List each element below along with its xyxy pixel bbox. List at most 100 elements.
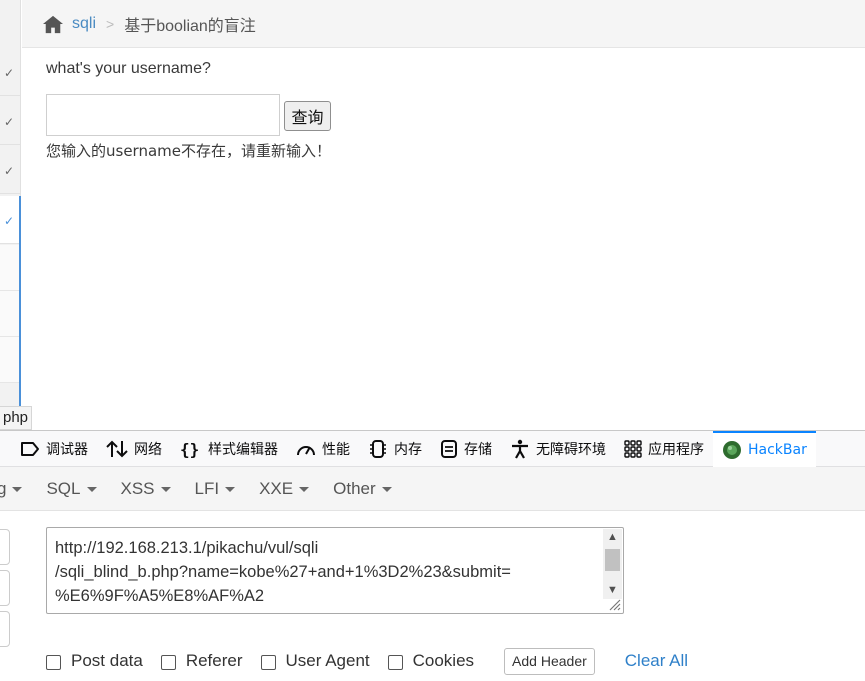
execute-button[interactable] xyxy=(0,611,10,647)
tab-label: 网络 xyxy=(134,441,162,458)
svg-text:{}: {} xyxy=(180,440,199,458)
tab-debugger[interactable]: 调试器 xyxy=(0,431,97,467)
scroll-thumb[interactable] xyxy=(605,549,620,571)
menu-label: g xyxy=(0,478,7,498)
caret-down-icon xyxy=(381,487,392,492)
user-agent-checkbox[interactable] xyxy=(260,654,276,670)
username-input[interactable] xyxy=(46,94,280,136)
url-scrollbar[interactable]: ▲ ▼ xyxy=(603,529,622,599)
cookies-checkbox[interactable] xyxy=(387,654,403,670)
tab-label: 性能 xyxy=(322,441,350,458)
option-label: Referer xyxy=(185,651,243,670)
hackbar-menu: g SQL XSS LFI XXE Other xyxy=(0,467,865,511)
menu-label: SQL xyxy=(46,478,81,498)
menu-item-xxe[interactable]: XXE xyxy=(259,478,310,499)
tab-label: 内存 xyxy=(394,441,422,458)
username-question: what's your username? xyxy=(46,60,211,77)
option-user-agent[interactable]: User Agent xyxy=(260,651,370,671)
add-header-button[interactable]: Add Header xyxy=(504,647,595,675)
menu-label: XXE xyxy=(259,478,294,498)
tab-performance[interactable]: 性能 xyxy=(287,431,359,467)
chevron-down-icon: ✓ xyxy=(3,164,14,178)
tab-label: 样式编辑器 xyxy=(208,441,278,458)
caret-down-icon xyxy=(12,487,23,492)
option-cookies[interactable]: Cookies xyxy=(387,651,475,671)
debugger-icon xyxy=(21,441,39,456)
split-url-button[interactable] xyxy=(0,570,10,606)
url-textarea[interactable]: http://192.168.213.1/pikachu/vul/sqli /s… xyxy=(46,527,624,614)
sidebar-subitem[interactable] xyxy=(0,245,20,291)
tab-storage[interactable]: 存储 xyxy=(431,431,501,467)
network-arrows-icon xyxy=(106,440,128,457)
tab-label: HackBar xyxy=(748,441,807,458)
menu-item-sql[interactable]: SQL xyxy=(46,478,97,499)
menu-item-lfi[interactable]: LFI xyxy=(195,479,236,499)
accessibility-icon xyxy=(512,439,528,459)
hackbar-logo-icon xyxy=(723,440,741,459)
devtools-panel: 调试器 网络 {} 样式编辑器 性能 内存 存储 无障碍环境 应用程序 Hack… xyxy=(0,430,865,681)
result-message: 您输入的username不存在，请重新输入！ xyxy=(46,142,331,160)
option-referer[interactable]: Referer xyxy=(160,651,243,671)
query-button[interactable]: 查询 xyxy=(284,101,331,131)
menu-label: XSS xyxy=(120,478,155,498)
chevron-down-icon: ✓ xyxy=(3,115,14,129)
breadcrumb-separator: > xyxy=(106,15,115,32)
menu-item-partial[interactable]: g xyxy=(0,478,23,499)
breadcrumb-link-sqli[interactable]: sqli xyxy=(72,15,96,33)
clear-all-link[interactable]: Clear All xyxy=(625,651,688,671)
sidebar-active-indicator xyxy=(19,196,21,430)
tab-application[interactable]: 应用程序 xyxy=(615,431,713,467)
breadcrumb: sqli > 基于boolian的盲注 xyxy=(22,0,865,48)
sidebar-subitem[interactable] xyxy=(0,337,20,383)
status-url-tooltip: php xyxy=(0,406,33,430)
sidebar-item[interactable]: ✓ xyxy=(0,48,20,96)
braces-icon: {} xyxy=(180,440,199,458)
sidebar-item[interactable]: ✓ xyxy=(0,97,20,145)
option-label: User Agent xyxy=(285,651,370,670)
resize-grip-icon[interactable] xyxy=(607,597,621,611)
sidebar: ✓ ✓ ✓ ✓ xyxy=(0,0,21,430)
home-icon[interactable] xyxy=(42,14,64,34)
sidebar-subitem[interactable] xyxy=(0,291,20,337)
sidebar-item[interactable]: ✓ xyxy=(0,146,20,194)
storage-icon xyxy=(441,439,457,458)
breadcrumb-current: 基于boolian的盲注 xyxy=(124,17,256,35)
option-label: Post data xyxy=(71,651,143,670)
menu-item-xss[interactable]: XSS xyxy=(121,479,171,499)
caret-down-icon xyxy=(160,487,171,492)
devtools-tabbar: 调试器 网络 {} 样式编辑器 性能 内存 存储 无障碍环境 应用程序 Hack… xyxy=(0,430,865,467)
scroll-up-icon[interactable]: ▲ xyxy=(603,529,622,546)
tab-network[interactable]: 网络 xyxy=(97,431,171,467)
option-post-data[interactable]: Post data xyxy=(46,651,143,671)
menu-label: LFI xyxy=(194,478,220,498)
url-line-1: http://192.168.213.1/pikachu/vul/sqli xyxy=(55,539,319,557)
caret-down-icon xyxy=(86,487,97,492)
gauge-icon xyxy=(297,445,315,455)
caret-down-icon xyxy=(225,487,236,492)
tab-label: 存储 xyxy=(464,441,492,458)
load-url-button[interactable] xyxy=(0,529,10,565)
tab-hackbar[interactable]: HackBar xyxy=(713,430,816,467)
tab-style-editor[interactable]: {} 样式编辑器 xyxy=(171,431,287,467)
sidebar-item-active[interactable]: ✓ xyxy=(0,196,20,244)
chevron-down-icon: ✓ xyxy=(3,214,14,228)
chevron-down-icon: ✓ xyxy=(3,66,14,80)
tab-label: 应用程序 xyxy=(648,441,704,458)
menu-label: Other xyxy=(333,478,376,498)
tab-accessibility[interactable]: 无障碍环境 xyxy=(501,431,615,467)
memory-chip-icon xyxy=(370,439,386,458)
grid-apps-icon xyxy=(624,439,642,458)
hackbar-options: Post data Referer User Agent Cookies Add… xyxy=(46,646,688,676)
menu-item-other[interactable]: Other xyxy=(333,479,392,499)
option-label: Cookies xyxy=(412,651,475,670)
post-data-checkbox[interactable] xyxy=(46,654,61,670)
url-line-3: %E6%9F%A5%E8%AF%A2 xyxy=(55,587,265,605)
referer-checkbox[interactable] xyxy=(160,654,176,670)
caret-down-icon xyxy=(299,487,310,492)
tab-label: 调试器 xyxy=(46,441,88,458)
browser-window: ✓ ✓ ✓ ✓ sqli > 基于boolian的盲注 what's your … xyxy=(0,0,865,681)
url-text[interactable]: http://192.168.213.1/pikachu/vul/sqli /s… xyxy=(55,536,603,608)
tab-memory[interactable]: 内存 xyxy=(359,431,431,467)
url-line-2: /sqli_blind_b.php?name=kobe%27+and+1%3D2… xyxy=(55,563,511,581)
tab-label: 无障碍环境 xyxy=(536,441,606,458)
